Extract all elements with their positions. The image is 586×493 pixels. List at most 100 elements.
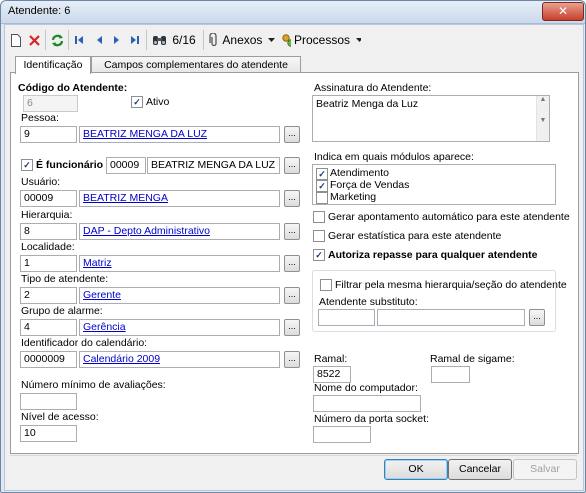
tipo-name-field[interactable]: Gerente <box>79 287 280 304</box>
ativo-label: Ativo <box>146 96 170 108</box>
last-record-button[interactable] <box>129 31 141 49</box>
delete-button[interactable] <box>27 31 41 49</box>
funcionario-code-field[interactable]: 00009 <box>106 157 146 174</box>
modulo-forca-vendas-checkbox[interactable]: ✓ <box>316 180 328 192</box>
tipo-code-field[interactable]: 2 <box>20 287 77 304</box>
toolbar-separator <box>146 30 147 50</box>
alarme-lookup-button[interactable]: ... <box>284 319 300 336</box>
next-icon <box>114 36 119 44</box>
pessoa-code-field[interactable]: 9 <box>20 126 77 143</box>
porta-socket-field[interactable] <box>313 426 371 443</box>
substituto-code-field[interactable] <box>318 309 375 326</box>
save-button[interactable]: Salvar <box>513 459 577 480</box>
modulo-atendimento-label: Atendimento <box>330 167 389 179</box>
record-counter: 6/16 <box>172 33 196 47</box>
calendario-code-field[interactable]: 0000009 <box>20 351 77 368</box>
hierarquia-name-field[interactable]: DAP - Depto Administrativo <box>79 223 280 240</box>
localidade-label: Localidade: <box>21 241 75 253</box>
nivel-acesso-field[interactable]: 10 <box>20 425 77 442</box>
apontamento-checkbox[interactable] <box>313 211 325 223</box>
min-avaliacoes-label: Número mínimo de avaliações: <box>21 379 166 391</box>
tab-campos-complementares[interactable]: Campos complementares do atendente <box>91 56 301 73</box>
alarme-name-field[interactable]: Gerência <box>79 319 280 336</box>
assinatura-textarea[interactable]: Beatriz Menga da Luz ▲ ▼ <box>312 95 550 142</box>
modulos-label: Indica em quais módulos aparece: <box>314 151 474 163</box>
calendario-name-field[interactable]: Calendário 2009 <box>79 351 280 368</box>
toolbar: 6/16 Anexos Processos <box>5 27 583 53</box>
codigo-label: Código do Atendente: <box>18 82 128 94</box>
modulo-forca-vendas-label: Força de Vendas <box>330 179 410 191</box>
first-record-button[interactable] <box>73 31 85 49</box>
modulo-atendimento-checkbox[interactable]: ✓ <box>316 168 328 180</box>
new-icon <box>11 33 21 47</box>
anexos-label: Anexos <box>222 33 263 47</box>
alarme-label: Grupo de alarme: <box>21 305 103 317</box>
ok-button[interactable]: OK <box>384 459 448 480</box>
alarme-code-field[interactable]: 4 <box>20 319 77 336</box>
pessoa-name-field[interactable]: BEATRIZ MENGA DA LUZ <box>79 126 280 143</box>
client-area: 6/16 Anexos Processos Identificação Camp… <box>4 24 584 491</box>
close-button[interactable]: ✕ <box>542 2 584 21</box>
process-icon <box>282 34 291 47</box>
processos-menu[interactable]: Processos <box>281 31 361 49</box>
min-avaliacoes-field[interactable] <box>20 393 77 410</box>
porta-socket-label: Número da porta socket: <box>314 413 429 425</box>
codigo-field[interactable]: 6 <box>23 95 78 112</box>
usuario-name-field[interactable]: BEATRIZ MENGA <box>79 190 280 207</box>
apontamento-label: Gerar apontamento automático para este a… <box>328 211 570 223</box>
toolbar-separator <box>203 30 204 50</box>
tab-panel-identificacao: Código do Atendente: 6 ✓ Ativo Pessoa: 9… <box>10 72 579 454</box>
attachment-icon <box>209 33 217 47</box>
divider <box>10 455 577 456</box>
computador-label: Nome do computador: <box>314 382 418 394</box>
window-title: Atendente: 6 <box>8 5 71 17</box>
tab-identificacao[interactable]: Identificação <box>15 56 91 74</box>
ramal-sigame-field[interactable] <box>431 366 470 383</box>
first-icon <box>75 36 83 44</box>
localidade-name-field[interactable]: Matriz <box>79 255 280 272</box>
window: Atendente: 6 ✕ 6/16 Anexos Processos Ide… <box>0 0 586 493</box>
refresh-button[interactable] <box>50 31 64 49</box>
delete-icon <box>28 34 40 46</box>
usuario-label: Usuário: <box>21 176 61 188</box>
assinatura-text: Beatriz Menga da Luz <box>316 98 419 110</box>
estatistica-checkbox[interactable] <box>313 230 325 242</box>
usuario-lookup-button[interactable]: ... <box>284 190 300 207</box>
assinatura-scrollbar[interactable]: ▲ ▼ <box>536 96 549 141</box>
localidade-code-field[interactable]: 1 <box>20 255 77 272</box>
new-record-button[interactable] <box>9 31 23 49</box>
next-record-button[interactable] <box>111 31 123 49</box>
cancel-button[interactable]: Cancelar <box>448 459 512 480</box>
repasse-checkbox[interactable]: ✓ <box>313 249 325 261</box>
substituto-lookup-button[interactable]: ... <box>529 309 545 326</box>
pessoa-lookup-button[interactable]: ... <box>284 126 300 143</box>
funcionario-checkbox[interactable]: ✓ <box>21 159 33 171</box>
chevron-down-icon <box>268 38 275 42</box>
usuario-code-field[interactable]: 00009 <box>20 190 77 207</box>
toolbar-separator <box>68 30 69 50</box>
estatistica-label: Gerar estatística para este atendente <box>328 230 502 242</box>
prev-record-button[interactable] <box>93 31 105 49</box>
tipo-lookup-button[interactable]: ... <box>284 287 300 304</box>
calendario-lookup-button[interactable]: ... <box>284 351 300 368</box>
ramal-sigame-label: Ramal de sigame: <box>430 353 515 365</box>
funcionario-lookup-button[interactable]: ... <box>284 157 300 174</box>
search-button[interactable] <box>151 31 167 49</box>
hierarquia-lookup-button[interactable]: ... <box>284 223 300 240</box>
assinatura-label: Assinatura do Atendente: <box>314 82 432 94</box>
repasse-label: Autoriza repasse para qualquer atendente <box>328 249 538 261</box>
modulo-marketing-checkbox[interactable] <box>316 192 328 204</box>
chevron-down-icon <box>356 38 361 42</box>
modulos-list: ✓ Atendimento ✓ Força de Vendas Marketin… <box>312 164 556 205</box>
filtrar-checkbox[interactable] <box>320 279 332 291</box>
funcionario-name-field[interactable]: BEATRIZ MENGA DA LUZ <box>147 157 280 174</box>
toolbar-separator <box>45 30 46 50</box>
processos-label: Processos <box>293 33 351 47</box>
localidade-lookup-button[interactable]: ... <box>284 255 300 272</box>
computador-field[interactable] <box>313 395 421 412</box>
substituto-name-field[interactable] <box>377 309 525 326</box>
hierarquia-code-field[interactable]: 8 <box>20 223 77 240</box>
ativo-checkbox[interactable]: ✓ <box>131 96 143 108</box>
anexos-menu[interactable]: Anexos <box>209 31 275 49</box>
ramal-field[interactable]: 8522 <box>313 366 351 383</box>
